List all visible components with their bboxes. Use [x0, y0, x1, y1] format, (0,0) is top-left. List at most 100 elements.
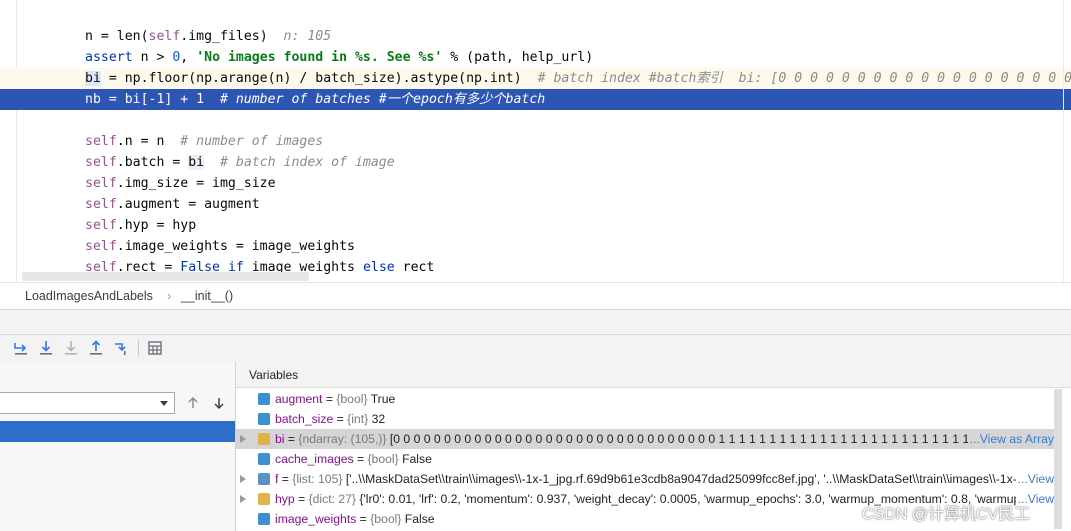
variable-row-bi[interactable]: bi = {ndarray: (105,)} [0 0 0 0 0 0 0 0 … [236, 429, 1054, 449]
list-icon [258, 473, 270, 485]
expand-arrow-icon[interactable] [240, 435, 246, 443]
variable-equals: = [322, 392, 337, 406]
code-token: n = len( [85, 29, 149, 44]
variable-content: cache_images = {bool} False [275, 449, 432, 469]
variable-content: bi = {ndarray: (105,)} [0 0 0 0 0 0 0 0 … [275, 429, 1054, 449]
variable-equals: = [333, 412, 348, 426]
code-text: nb = bi[-1] + 1 # number of batches #一个e… [85, 89, 545, 110]
code-token: .n = n [116, 134, 181, 149]
code-line[interactable]: self.augment = augment [0, 194, 1071, 215]
variable-row-augment[interactable]: augment = {bool} True [236, 389, 1054, 409]
code-text: self.img_size = img_size [85, 173, 276, 194]
code-token: self [85, 197, 117, 212]
code-token: .img_files) [180, 29, 284, 44]
variable-value: True [370, 392, 396, 406]
code-token: .augment = augment [116, 197, 260, 212]
thread-selector[interactable] [0, 392, 175, 414]
code-token: .image_weights = image_weights [116, 239, 355, 254]
editor-right-rail [1063, 0, 1064, 282]
variable-row-cache-images[interactable]: cache_images = {bool} False [236, 449, 1054, 469]
bool-icon [258, 393, 270, 405]
code-token: bi [85, 71, 101, 86]
run-to-cursor-icon[interactable] [112, 339, 130, 357]
bool-icon [258, 513, 270, 525]
code-line[interactable]: bi = np.floor(np.arange(n) / batch_size)… [0, 68, 1071, 89]
view-link[interactable]: ...View as Array [967, 429, 1054, 449]
selected-frame-row[interactable] [0, 421, 235, 442]
code-line[interactable] [0, 110, 1071, 131]
breadcrumb-method[interactable]: __init__() [181, 289, 233, 303]
code-token: self [85, 176, 117, 191]
code-token: .hyp = hyp [116, 218, 197, 233]
variable-equals: = [294, 492, 309, 506]
chevron-down-icon [160, 401, 168, 406]
code-line[interactable]: n = len(self.img_files) n: 105 [0, 26, 1071, 47]
variable-type: {bool} [370, 512, 402, 526]
step-over-icon[interactable] [12, 339, 30, 357]
code-line[interactable]: self.img_size = img_size [0, 173, 1071, 194]
step-into-icon[interactable] [37, 339, 55, 357]
code-token: self [85, 218, 117, 233]
toolbar-separator [138, 340, 139, 356]
code-line[interactable]: self.n = n # number of images [0, 131, 1071, 152]
variable-name: image_weights [275, 512, 357, 526]
code-line[interactable]: nb = bi[-1] + 1 # number of batches #一个e… [0, 89, 1071, 110]
code-token: nb = bi[-1] + 1 [85, 92, 220, 107]
dict-icon [258, 493, 270, 505]
variable-type: {ndarray: (105,)} [298, 432, 387, 446]
variable-content: augment = {bool} True [275, 389, 395, 409]
evaluate-expression-icon[interactable] [146, 339, 164, 357]
code-token: .batch = [116, 155, 189, 170]
variable-name: batch_size [275, 412, 334, 426]
code-line[interactable]: self.image_weights = image_weights [0, 236, 1071, 257]
step-out-icon[interactable] [87, 339, 105, 357]
variable-value: 32 [371, 412, 386, 426]
variable-name: bi [275, 432, 285, 446]
variable-content: batch_size = {int} 32 [275, 409, 385, 429]
variable-value: False [402, 452, 432, 466]
code-token: # batch index #batch索引 bi: [0 0 0 0 0 0 … [537, 71, 1071, 86]
variable-equals: = [356, 512, 371, 526]
variable-equals: = [278, 472, 293, 486]
debug-toolbar [0, 334, 1071, 363]
code-token: n: 105 [283, 29, 332, 44]
variable-row-batch-size[interactable]: batch_size = {int} 32 [236, 409, 1054, 429]
debug-panel-header [0, 309, 1071, 335]
breadcrumb-class[interactable]: LoadImagesAndLabels [25, 289, 153, 303]
previous-frame-icon[interactable] [184, 394, 202, 412]
code-token: assert [85, 50, 133, 65]
code-token: self [85, 134, 117, 149]
code-token: n > [132, 50, 173, 65]
variable-content: image_weights = {bool} False [275, 509, 435, 529]
variables-scrollbar[interactable] [1054, 389, 1062, 529]
ndarray-icon [258, 433, 270, 445]
code-token: .img_size = img_size [116, 176, 276, 191]
variables-header: Variables [236, 362, 1071, 388]
code-token: self [85, 155, 117, 170]
code-token: self [148, 29, 181, 44]
code-text: n = len(self.img_files) n: 105 [85, 26, 331, 47]
code-token: rect [394, 260, 435, 275]
code-text: self.n = n # number of images [85, 131, 323, 152]
variable-row-f[interactable]: f = {list: 105} ['..\\MaskDataSet\\train… [236, 469, 1054, 489]
code-line[interactable]: self.hyp = hyp [0, 215, 1071, 236]
code-token: # batch index of image [220, 155, 395, 170]
next-frame-icon[interactable] [210, 394, 228, 412]
variable-type: {bool} [367, 452, 399, 466]
variable-value: ['..\\MaskDataSet\\train\\images\\-1x-1_… [345, 472, 1047, 486]
code-line[interactable]: assert n > 0, 'No images found in %s. Se… [0, 47, 1071, 68]
view-link[interactable]: ...View [1015, 469, 1054, 489]
code-token: = np.floor(np.arange(n) / batch_size).as… [100, 71, 538, 86]
expand-arrow-icon[interactable] [240, 495, 246, 503]
frames-panel [0, 362, 236, 531]
step-into-my-code-icon[interactable] [62, 339, 80, 357]
code-editor[interactable]: n = len(self.img_files) n: 105 assert n >… [0, 0, 1071, 282]
watermark: CSDN @计算机CV民工 [862, 506, 1031, 523]
code-line[interactable]: self.batch = bi # batch index of image [0, 152, 1071, 173]
code-token: # number of batches #一个epoch有多少个batch [219, 92, 546, 107]
code-token: self [85, 239, 117, 254]
breadcrumb-separator: › [167, 289, 172, 303]
variable-equals: = [353, 452, 368, 466]
expand-arrow-icon[interactable] [240, 475, 246, 483]
editor-horizontal-scrollbar[interactable] [22, 272, 309, 281]
